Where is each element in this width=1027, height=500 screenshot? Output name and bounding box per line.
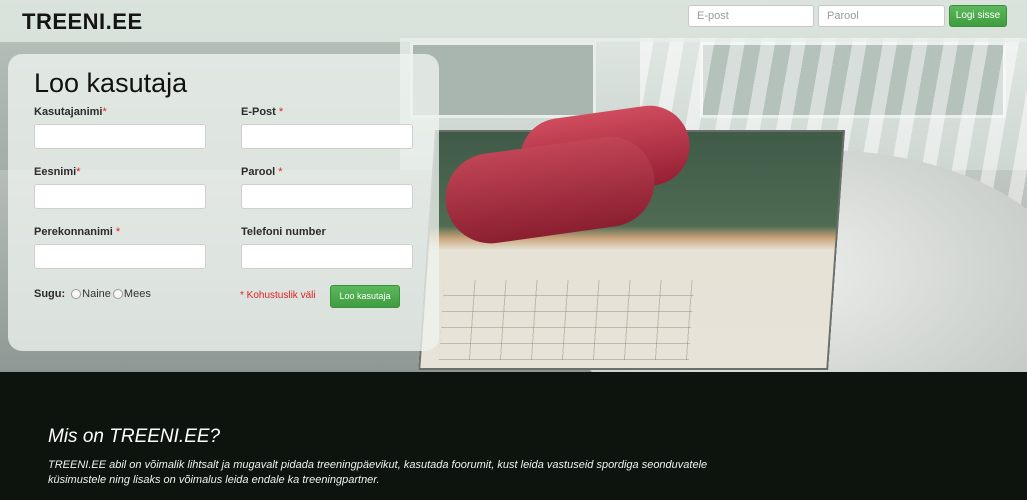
register-panel: Loo kasutaja Kasutajanimi* E-Post * Eesn… [8,54,439,351]
firstname-label: Eesnimi* [34,166,80,178]
required-mark: * [102,106,107,118]
required-field-note: * Kohustuslik väli [240,290,316,301]
required-mark: * [278,166,283,178]
password-input[interactable] [241,184,413,209]
calendar-grid-graphic [438,280,695,360]
required-mark: * [76,166,81,178]
gender-option-male-label: Mees [123,288,151,300]
required-mark: * [278,106,284,118]
lastname-label-text: Perekonnanimi [34,226,116,238]
login-password-input[interactable] [818,5,945,27]
gender-option-female-label: Naine [82,288,111,300]
gender-label: Sugu: [34,288,66,300]
password-label-text: Parool [241,166,279,178]
email-input[interactable] [241,124,413,149]
create-account-button[interactable]: Loo kasutaja [330,285,400,308]
about-title: Mis on TREENI.EE? [48,426,221,447]
register-title: Loo kasutaja [34,68,188,98]
username-label: Kasutajanimi* [34,106,107,118]
gender-selector: Sugu: Naine Mees [34,288,151,300]
lastname-label: Perekonnanimi * [34,226,120,238]
username-label-text: Kasutajanimi [34,106,103,118]
lastname-input[interactable] [34,244,206,269]
site-logo[interactable]: TREENI.EE [22,9,143,35]
top-bar: TREENI.EE Logi sisse [0,0,1027,42]
password-label: Parool * [241,166,283,178]
about-section: Mis on TREENI.EE? TREENI.EE abil on võim… [0,372,1027,500]
gender-radio-male[interactable] [112,289,123,299]
required-mark: * [115,226,121,238]
firstname-label-text: Eesnimi [34,166,77,178]
phone-input[interactable] [241,244,413,269]
gender-radio-female[interactable] [71,289,82,299]
username-input[interactable] [34,124,206,149]
email-label-text: E-Post [241,106,279,118]
phone-label: Telefoni number [241,226,326,238]
about-text: TREENI.EE abil on võimalik lihtsalt ja m… [48,459,708,486]
login-button[interactable]: Logi sisse [949,5,1007,27]
login-email-input[interactable] [688,5,814,27]
firstname-input[interactable] [34,184,206,209]
email-label: E-Post * [241,106,283,118]
